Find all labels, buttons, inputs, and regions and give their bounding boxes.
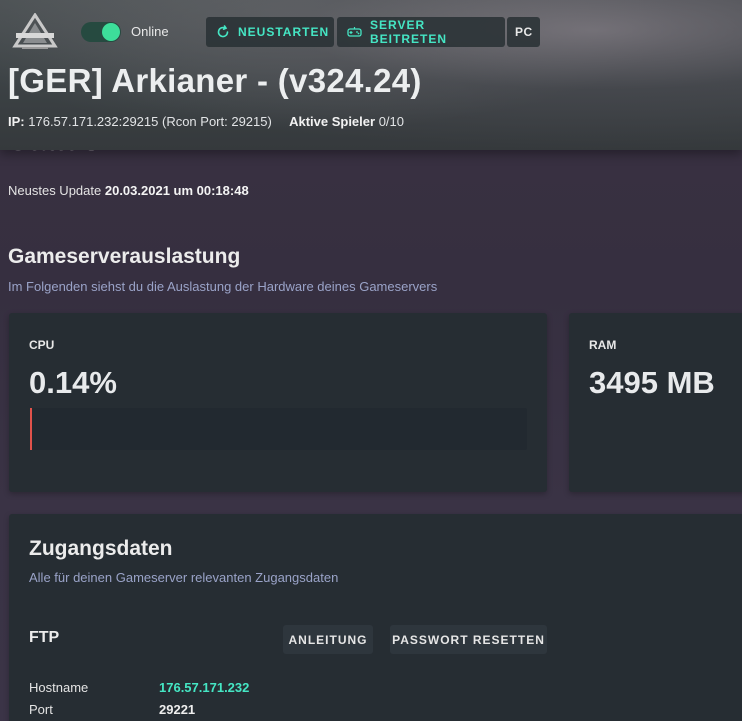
cpu-value: 0.14% [29,365,117,400]
port-value: 29221 [159,702,196,717]
port-label: Port [29,702,53,717]
server-info: IP: 176.57.171.232:29215 (Rcon Port: 292… [8,114,404,129]
platform-badge: PC [507,17,540,47]
usage-subtitle: Im Folgenden siehst du die Auslastung de… [8,279,438,294]
server-header: Online NEUSTARTEN SERVER BEITRETEN PC [G… [0,0,742,150]
access-title: Zugangsdaten [29,537,173,560]
join-server-button[interactable]: SERVER BEITRETEN [337,17,505,47]
cpu-label: CPU [29,338,55,352]
hostname-label: Hostname [29,680,89,695]
cpu-usage-bar-fill [30,408,32,450]
platform-label: PC [515,25,533,39]
join-server-button-label: SERVER BEITRETEN [370,18,448,46]
gamepad-icon [347,27,362,37]
usage-title: Gameserverauslastung [8,245,241,268]
hostname-value[interactable]: 176.57.171.232 [159,680,249,695]
status-label: Online [131,24,169,39]
ram-card: RAM 3495 MB [569,313,742,492]
cpu-usage-bar [30,408,527,450]
players-value: 0/10 [378,114,405,129]
refresh-icon [217,25,229,38]
players-label: Aktive Spieler [289,114,376,129]
ram-label: RAM [589,338,617,352]
access-subtitle: Alle für deinen Gameserver relevanten Zu… [29,570,339,585]
update-value: 20.03.2021 um 00:18:48 [104,183,249,198]
cpu-card: CPU 0.14% [9,313,547,492]
access-card: Zugangsdaten Alle für deinen Gameserver … [9,514,742,721]
ftp-guide-button[interactable]: ANLEITUNG [283,625,373,654]
reset-password-button[interactable]: PASSWORT RESETTEN [390,625,547,654]
ip-label: IP: [8,114,25,129]
ip-value: 176.57.171.232:29215 (Rcon Port: 29215) [28,114,272,129]
ftp-label: FTP [29,629,60,646]
toggle-knob [102,23,120,41]
restart-button[interactable]: NEUSTARTEN [206,17,334,47]
restart-button-label: NEUSTARTEN [238,25,330,39]
online-toggle[interactable] [81,22,121,42]
ark-logo [10,12,60,51]
server-title: [GER] Arkianer - (v324.24) [8,62,422,99]
last-update: Neustes Update 20.03.2021 um 00:18:48 [8,183,249,198]
update-label: Neustes Update [8,183,102,198]
ram-value: 3495 MB [589,365,715,400]
